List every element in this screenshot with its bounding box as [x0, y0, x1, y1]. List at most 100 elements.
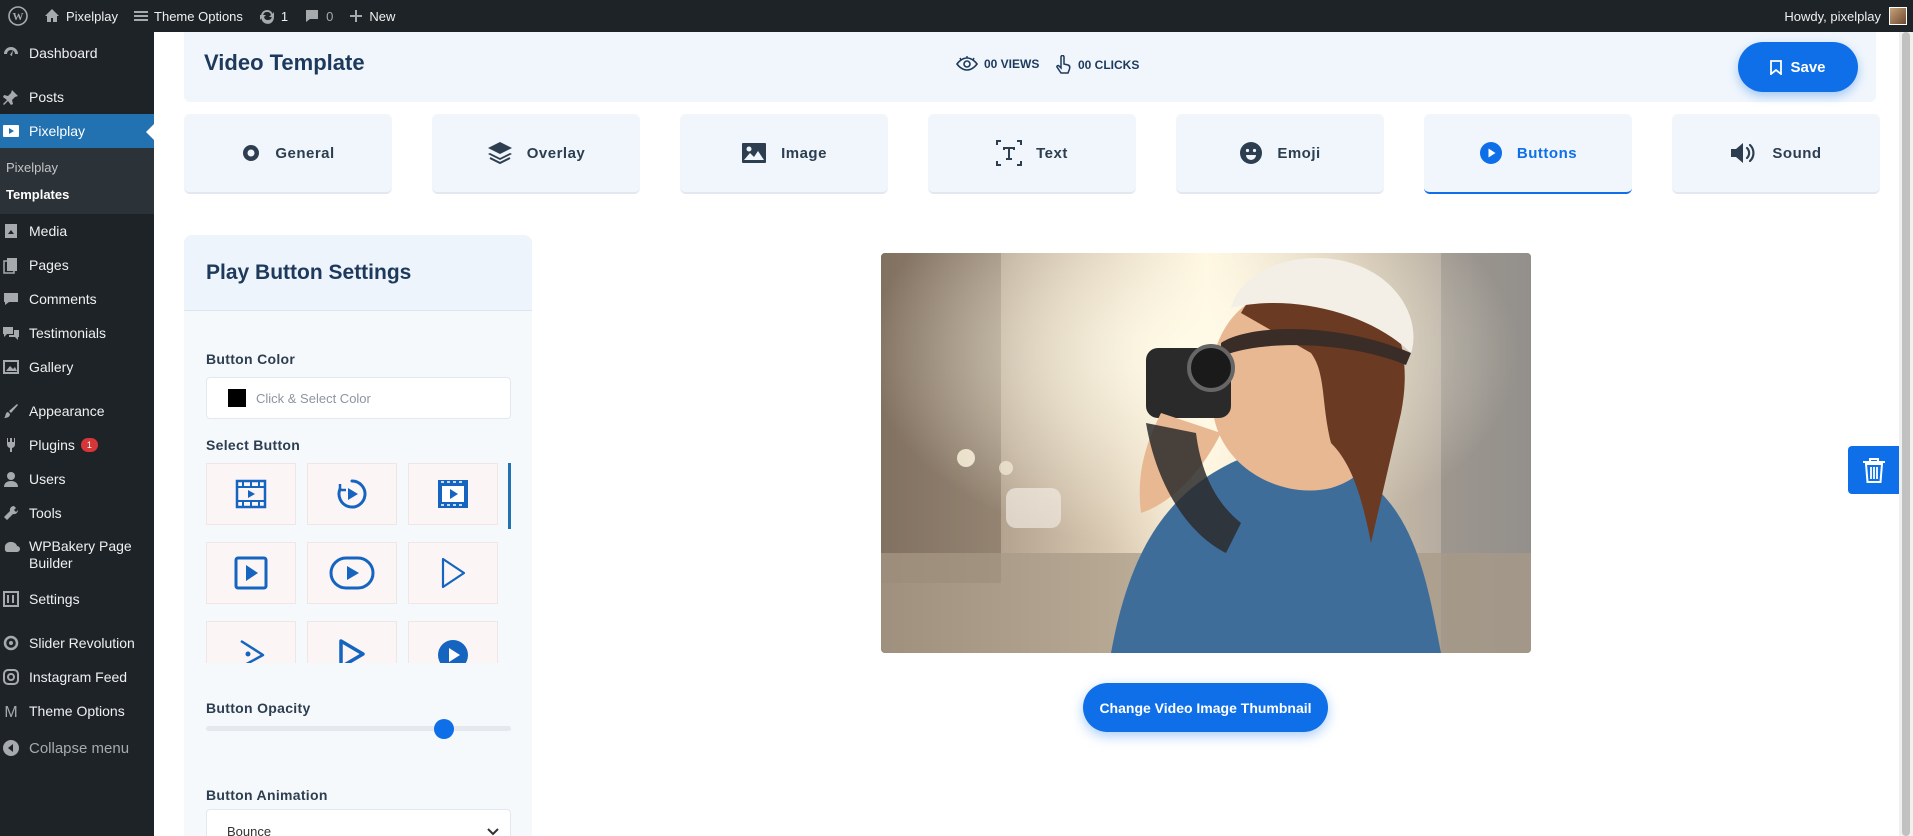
new-content-link[interactable]: New: [341, 0, 403, 32]
sidebar-item-dashboard[interactable]: Dashboard: [0, 36, 154, 70]
avatar: [1889, 7, 1907, 25]
sidebar-item-appearance[interactable]: Appearance: [0, 394, 154, 428]
smiley-icon: [1240, 142, 1263, 164]
button-style-option[interactable]: [206, 463, 296, 525]
pin-icon: [1, 87, 21, 107]
thumbnail-photo: [881, 253, 1531, 653]
button-style-option[interactable]: [408, 463, 498, 525]
filmstrip-play-icon: [438, 480, 468, 508]
pointer-hand-icon: [1056, 55, 1071, 74]
tab-general[interactable]: General: [184, 114, 392, 194]
brush-icon: [1, 401, 21, 421]
slider-thumb[interactable]: [433, 719, 454, 739]
eye-icon: [956, 56, 978, 71]
tab-sound[interactable]: Sound: [1672, 114, 1880, 194]
comments-link[interactable]: 0: [296, 0, 341, 32]
sidebar-item-tools[interactable]: Tools: [0, 496, 154, 530]
color-picker-field[interactable]: Click & Select Color: [206, 377, 511, 419]
testimonial-icon: [1, 323, 21, 343]
slider-track: [206, 726, 511, 731]
submenu-item-templates[interactable]: Templates: [0, 181, 154, 208]
bold-triangle-play-icon: [339, 639, 365, 663]
delete-button[interactable]: [1848, 446, 1899, 494]
sidebar-item-theme-options[interactable]: M Theme Options: [0, 694, 154, 728]
button-opacity-label: Button Opacity: [206, 700, 311, 716]
svg-text:W: W: [13, 11, 24, 23]
button-style-grid: [206, 463, 516, 663]
tab-emoji[interactable]: Emoji: [1176, 114, 1384, 194]
video-thumbnail-preview: [881, 253, 1531, 653]
video-icon: [1, 121, 21, 141]
wrench-icon: [1, 503, 21, 523]
gear-icon: [243, 145, 260, 161]
button-style-option[interactable]: [307, 621, 397, 663]
square-play-icon: [234, 556, 268, 590]
button-style-option[interactable]: [307, 542, 397, 604]
collapse-menu-button[interactable]: Collapse menu: [0, 731, 154, 765]
settings-tabs: General Overlay Image Text Emoji Buttons…: [184, 114, 1880, 194]
svg-text:M: M: [4, 704, 17, 720]
submenu-item-pixelplay[interactable]: Pixelplay: [0, 154, 154, 181]
admin-sidebar: Dashboard Posts Pixelplay Pixelplay Temp…: [0, 32, 154, 836]
scrollbar-thumb[interactable]: [1902, 32, 1910, 836]
sidebar-item-settings[interactable]: Settings: [0, 582, 154, 616]
outline-triangle-play-icon: [441, 557, 466, 589]
text-icon: [996, 140, 1023, 166]
my-account[interactable]: Howdy, pixelplay: [1784, 0, 1907, 32]
sidebar-item-comments[interactable]: Comments: [0, 282, 154, 316]
dotted-play-icon: [240, 639, 265, 663]
sidebar-item-users[interactable]: Users: [0, 462, 154, 496]
m-icon: M: [1, 701, 21, 721]
sidebar-item-wpbakery[interactable]: WPBakery Page Builder: [0, 530, 154, 582]
filled-circle-play-icon: [438, 640, 468, 663]
sidebar-item-slider-revolution[interactable]: Slider Revolution: [0, 626, 154, 660]
film-play-icon: [235, 479, 267, 509]
replay-play-icon: [337, 479, 367, 509]
wordpress-logo-icon[interactable]: W: [0, 0, 36, 32]
button-style-option[interactable]: [206, 542, 296, 604]
page-scrollbar[interactable]: [1899, 32, 1913, 836]
comment-icon: [1, 289, 21, 309]
collapse-icon: [1, 738, 21, 758]
button-style-option[interactable]: [206, 621, 296, 663]
tab-text[interactable]: Text: [928, 114, 1136, 194]
sidebar-item-instagram-feed[interactable]: Instagram Feed: [0, 660, 154, 694]
button-style-option[interactable]: [307, 463, 397, 525]
page-title: Video Template: [204, 50, 365, 75]
plug-icon: [1, 435, 21, 455]
button-style-option[interactable]: [408, 542, 498, 604]
trash-icon: [1862, 458, 1885, 483]
sidebar-item-pixelplay[interactable]: Pixelplay: [0, 114, 154, 148]
tab-overlay[interactable]: Overlay: [432, 114, 640, 194]
pages-icon: [1, 255, 21, 275]
sidebar-item-plugins[interactable]: Plugins 1: [0, 428, 154, 462]
sidebar-item-posts[interactable]: Posts: [0, 80, 154, 114]
sidebar-item-testimonials[interactable]: Testimonials: [0, 316, 154, 350]
plugins-update-badge: 1: [80, 438, 98, 452]
button-style-option[interactable]: [408, 621, 498, 663]
tab-buttons[interactable]: Buttons: [1424, 114, 1632, 194]
button-color-label: Button Color: [206, 351, 296, 367]
change-thumbnail-button[interactable]: Change Video Image Thumbnail: [1083, 683, 1328, 732]
save-button[interactable]: Save: [1738, 42, 1858, 92]
site-name-link[interactable]: Pixelplay: [36, 0, 126, 32]
sidebar-item-gallery[interactable]: Gallery: [0, 350, 154, 384]
opacity-slider[interactable]: [206, 719, 511, 739]
wpbakery-icon: [1, 538, 21, 558]
animation-select[interactable]: Bounce: [206, 809, 511, 836]
theme-options-link[interactable]: Theme Options: [126, 0, 251, 32]
user-icon: [1, 469, 21, 489]
pill-play-icon: [329, 556, 375, 590]
sidebar-item-media[interactable]: Media: [0, 214, 154, 248]
template-header: Video Template 00 VIEWS 00 CLICKS Save: [184, 32, 1876, 102]
updates-link[interactable]: 1: [251, 0, 296, 32]
settings-icon: [1, 589, 21, 609]
grid-scrollbar[interactable]: [508, 463, 511, 529]
refresh-icon: [1, 633, 21, 653]
tab-image[interactable]: Image: [680, 114, 888, 194]
sidebar-item-pages[interactable]: Pages: [0, 248, 154, 282]
bookmark-icon: [1770, 59, 1783, 75]
dashboard-icon: [1, 43, 21, 63]
views-stat: 00 VIEWS: [956, 55, 1039, 73]
layers-icon: [487, 142, 512, 165]
